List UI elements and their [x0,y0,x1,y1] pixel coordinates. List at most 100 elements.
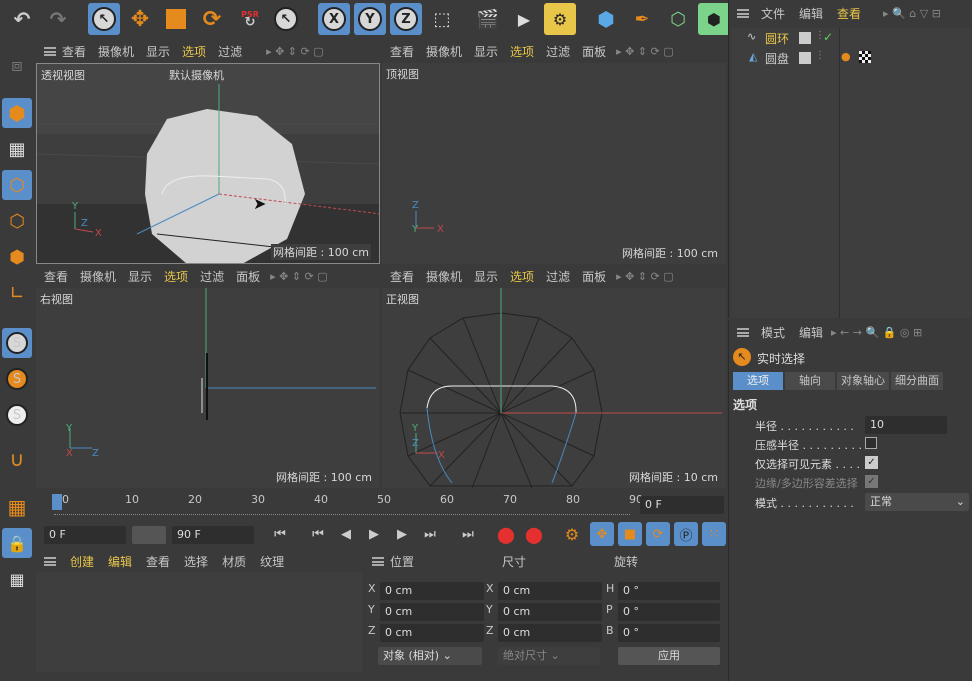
model-mode-button[interactable]: ⬢ [2,98,32,128]
menu-view[interactable]: 查看 [44,268,68,285]
menu-camera[interactable]: 摄像机 [426,43,462,60]
object-row-disc[interactable]: ◭ 圆盘 ⋮ ● [731,48,971,68]
end-frame-field[interactable]: 90 F [172,526,254,544]
menu-options[interactable]: 选项 [182,43,206,60]
right-viewport[interactable]: Y X Z 右视图 网格间距 : 100 cm [36,288,380,488]
next-frame-button[interactable]: ▶ [390,522,414,546]
menu-view[interactable]: 查看 [146,553,170,570]
menu-view[interactable]: 查看 [390,43,414,60]
move-tool[interactable]: ✥ [124,3,156,35]
visible-only-checkbox[interactable]: ✓ [865,456,878,469]
workplane-button[interactable]: ▦ [2,492,32,522]
axis-mode-button[interactable]: ∟ [2,278,32,308]
menu-edit[interactable]: 编辑 [799,324,823,341]
editor-visibility-icon[interactable] [799,52,811,64]
undo-button[interactable]: ↶ [6,3,38,35]
key-rotation-button[interactable]: ⟳ [646,522,670,546]
redo-button[interactable]: ↷ [42,3,74,35]
next-key-button[interactable]: ⏭ [418,522,442,546]
pen-tool-button[interactable]: ✒ [626,3,658,35]
tolerance-checkbox[interactable]: ✓ [865,475,878,488]
front-viewport[interactable]: Y Z X 正视图 网格间距 : 10 cm [382,288,726,488]
snap-settings-button[interactable]: S [2,364,32,394]
object-name[interactable]: 圆盘 [765,50,789,67]
object-toolbar-icons[interactable]: ▸ 🔍 ⌂ ▽ ⊟ [883,7,941,20]
menu-filter[interactable]: 过滤 [546,268,570,285]
menu-create[interactable]: 创建 [70,553,94,570]
attribute-toolbar-icons[interactable]: ▸ ← → 🔍 🔒 ◎ ⊞ [831,326,922,339]
range-slider[interactable] [132,526,166,544]
keyframe-selection-button[interactable]: ⚙ [560,522,584,546]
rot-b-field[interactable]: 0 ° [618,624,720,642]
viewport-nav-icons[interactable]: ▸ ✥ ⇕ ⟳ ▢ [616,45,674,58]
previous-frame-button[interactable]: ◀ [334,522,358,546]
menu-filter[interactable]: 过滤 [218,43,242,60]
pos-y-field[interactable]: 0 cm [380,603,484,621]
render-picture-viewer-button[interactable]: ▶ [508,3,540,35]
menu-select[interactable]: 选择 [184,553,208,570]
previous-key-button[interactable]: ⏮ [306,522,330,546]
make-editable-button[interactable]: ⧈ [2,50,32,80]
material-tag-icon[interactable] [859,51,871,63]
tab-options[interactable]: 选项 [733,372,783,390]
visibility-dots-icon[interactable]: ⋮ [815,50,825,61]
rot-h-field[interactable]: 0 ° [618,582,720,600]
perspective-viewport[interactable]: Y X Z 透视视图 默认摄像机 网格间距 : 100 cm ➤ [36,63,380,264]
menu-display[interactable]: 显示 [474,43,498,60]
snap-workplane-button[interactable]: S [2,400,32,430]
timeline-ruler[interactable]: 0 10 20 30 40 50 60 70 80 90 0 F [36,490,726,520]
enabled-check-icon[interactable]: ✓ [823,30,833,44]
menu-display[interactable]: 显示 [128,268,152,285]
menu-options[interactable]: 选项 [164,268,188,285]
edges-mode-button[interactable]: ⬡ [2,206,32,236]
psr-button[interactable]: PSR ↻ [234,3,266,35]
go-to-start-button[interactable]: ⏮ [268,522,292,546]
object-name[interactable]: 圆环 [765,30,789,47]
tab-axis[interactable]: 轴向 [785,372,835,390]
object-row-circle[interactable]: ∿ 圆环 ⋮ ✓ [731,28,971,48]
points-mode-button[interactable]: ⬡ [2,170,32,200]
menu-panel[interactable]: 面板 [582,43,606,60]
menu-filter[interactable]: 过滤 [546,43,570,60]
viewport-nav-icons[interactable]: ▸ ✥ ⇕ ⟳ ▢ [270,270,328,283]
apply-button[interactable]: 应用 [618,647,720,665]
tag-icon[interactable]: ● [841,50,851,63]
render-settings-button[interactable]: ⚙ [544,3,576,35]
menu-view[interactable]: 查看 [837,5,861,22]
size-z-field[interactable]: 0 cm [498,624,602,642]
menu-texture[interactable]: 纹理 [260,553,284,570]
menu-mode[interactable]: 模式 [761,324,785,341]
magnet-tool-button[interactable]: ∪ [2,444,32,474]
menu-icon[interactable] [44,556,56,566]
coordinate-system-button[interactable]: ⬚ [426,3,458,35]
editor-visibility-icon[interactable] [799,32,811,44]
lock-workplane-button[interactable]: 🔒 [2,528,32,558]
grid-plane-button[interactable]: ▦ [2,564,32,594]
go-to-end-button[interactable]: ⏭ [456,522,480,546]
size-y-field[interactable]: 0 cm [498,603,602,621]
size-x-field[interactable]: 0 cm [498,582,602,600]
menu-view[interactable]: 查看 [390,268,414,285]
mode-select[interactable]: 正常 ⌄ [865,493,969,511]
live-select-tool[interactable]: ↖ [88,3,120,35]
menu-panel[interactable]: 面板 [236,268,260,285]
scale-tool[interactable] [160,3,192,35]
menu-panel[interactable]: 面板 [582,268,606,285]
key-pla-button[interactable]: ⁙ [702,522,726,546]
autokey-button[interactable]: ⬤ [522,522,546,546]
radius-field[interactable]: 10 [865,416,947,434]
tab-subdivision[interactable]: 细分曲面 [891,372,943,390]
pos-x-field[interactable]: 0 cm [380,582,484,600]
polygons-mode-button[interactable]: ⬢ [2,242,32,272]
coord-mode-select[interactable]: 对象 (相对) ⌄ [378,647,482,665]
menu-edit[interactable]: 编辑 [799,5,823,22]
menu-options[interactable]: 选项 [510,43,534,60]
menu-filter[interactable]: 过滤 [200,268,224,285]
camera-label[interactable]: 默认摄像机 [169,67,224,83]
viewport-nav-icons[interactable]: ▸ ✥ ⇕ ⟳ ▢ [616,270,674,283]
menu-icon[interactable] [737,327,749,337]
key-parameter-button[interactable]: Ⓟ [674,522,698,546]
cube-object-button[interactable]: ⬢ [590,3,622,35]
snap-button[interactable]: S [2,328,32,358]
top-viewport[interactable]: Z X Y 顶视图 网格间距 : 100 cm [382,63,726,264]
